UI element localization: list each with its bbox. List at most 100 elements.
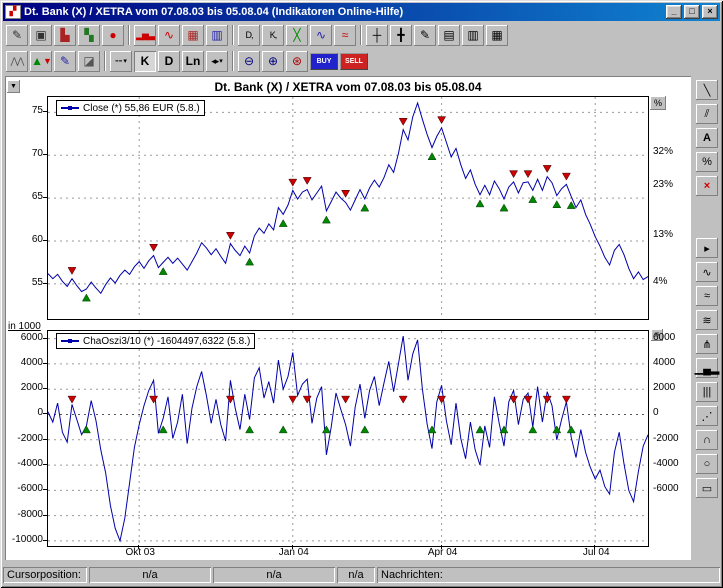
percent-y-label: 4% [653,276,687,287]
zoom-out-icon[interactable]: ⊖ [238,51,260,72]
zigzag-blue-icon[interactable]: ∿ [310,25,332,46]
price-plot[interactable]: Close (*) 55,86 EUR (5.8.) [47,96,649,320]
parallel-lines-tool[interactable]: ⫽ [696,104,718,124]
oscillator-right-y-label: -6000 [653,483,689,494]
cursor-position-label: Cursorposition: [3,567,87,583]
buy-signal-icon [428,426,436,433]
draw-signal-icon-glyph: ✎ [60,54,70,68]
percent-lines-tool[interactable]: % [696,152,718,172]
rectangle-tool[interactable]: ▭ [696,478,718,498]
draw-signal-icon[interactable]: ✎ [54,51,76,72]
histogram-red-icon-glyph: ▂▅▃ [136,30,154,41]
text-tool[interactable]: A [696,128,718,148]
log-scale-button[interactable]: Ln [182,51,204,72]
buy-signal-icon [500,204,508,211]
snapshot-icon[interactable]: ● [102,25,124,46]
compare-cross-icon-glyph: ╳ [293,28,300,42]
line-chart-red-icon[interactable]: ∿ [158,25,180,46]
interval-k-icon[interactable]: K, [262,25,284,46]
percent-y-label: 23% [653,179,687,190]
oscillator-right-y-label: 0 [653,407,689,418]
line-style-dropdown[interactable]: ╌▾ [110,51,132,72]
sell-signal-icon [303,177,311,184]
pitchfork-tool[interactable]: ⋔ [696,334,718,354]
buy-signal-icon [529,196,537,203]
buy-sell-signals-icon[interactable]: ▲▼ [30,51,52,72]
oscillator-plot[interactable]: ChaOszi3/10 (*) -1604497,6322 (5.8.) [47,330,649,547]
draw-pencil-icon[interactable]: ✎ [414,25,436,46]
buy-signal-icon [82,294,90,301]
delete-drawing-tool[interactable]: × [696,176,718,196]
buy-signal-icon [279,426,287,433]
diagonal-dots-tool[interactable]: ⋰ [696,406,718,426]
trendline-tool[interactable]: ╲ [696,80,718,100]
oscillator-y-label: 2000 [7,382,43,393]
cursor-extra-value: n/a [337,567,375,583]
eraser-icon[interactable]: ◪ [78,51,100,72]
crosshair-icon[interactable]: ┼ [366,25,388,46]
zoom-out-icon-glyph: ⊖ [244,54,254,68]
minimize-button[interactable]: _ [666,5,682,19]
histogram-tool-glyph: ▁▄▂ [695,362,720,375]
vertical-lines-tool[interactable]: ||| [696,382,718,402]
oscillator-unit-label: in 1000 [8,321,41,332]
cursor-y-value: n/a [213,567,335,583]
main-toolbar: ✎▣▙▚●▂▅▃∿▦▥D,K,╳∿≈┼╋✎▤▥▦ [3,22,720,48]
chart-pencil-icon[interactable]: ✎ [6,25,28,46]
grid-layout-icon[interactable]: ▦ [486,25,508,46]
close-button[interactable]: × [702,5,718,19]
rectangle-tool-glyph: ▭ [702,482,712,495]
scroll-mode-dropdown[interactable]: ◂▸▾ [206,51,228,72]
buy-signal-icon [476,426,484,433]
drawing-tools-palette: ╲ ⫽ A% × ▸ ∿ ≈ ≋ ⋔ ▁▄▂ ||| ⋰ ∩ ○ ▭ [694,76,720,560]
toolbar-separator [232,25,234,45]
zigzag-peaks-icon[interactable]: ⋀⋀ [6,51,28,72]
chart-pencil-icon-glyph: ✎ [12,28,22,42]
signal-chart-icon[interactable]: ≈ [334,25,356,46]
daily-button[interactable]: D [158,51,180,72]
mini-chart-green-icon[interactable]: ▚ [78,25,100,46]
buy-button[interactable]: BUY [310,53,338,70]
mini-chart-red-icon[interactable]: ▙ [54,25,76,46]
report-icon[interactable]: ▤ [438,25,460,46]
ellipse-tool[interactable]: ○ [696,454,718,474]
percent-y-label: 32% [653,146,687,157]
percent-lines-tool-glyph: % [702,156,712,168]
zigzag-tool-glyph: ∿ [702,266,711,279]
candle-button[interactable]: K [134,51,156,72]
pointer-tool[interactable]: ▸ [696,238,718,258]
titlebar[interactable]: ▞ Dt. Bank (X) / XETRA vom 07.08.03 bis … [3,3,720,21]
double-zigzag-tool[interactable]: ≈ [696,286,718,306]
histogram-tool[interactable]: ▁▄▂ [696,358,718,378]
oscillator-y-label: -10000 [7,534,43,545]
sell-button[interactable]: SELL [340,53,368,70]
indicator-menu-button[interactable]: ≡ [651,329,663,341]
table-icon[interactable]: ▦ [182,25,204,46]
histogram-red-icon[interactable]: ▂▅▃ [134,25,156,46]
snapshot-icon-glyph: ● [109,28,116,42]
sell-signal-icon [68,267,76,274]
zoom-data-icon[interactable]: ⊛ [286,51,308,72]
zoom-in-icon-glyph: ⊕ [268,54,278,68]
report-icon-glyph: ▤ [443,28,454,42]
channel-tool[interactable]: ≋ [696,310,718,330]
columns-blue-icon[interactable]: ▥ [206,25,228,46]
arc-tool[interactable]: ∩ [696,430,718,450]
move-crosshair-icon[interactable]: ╋ [390,25,412,46]
dropdown-arrow-icon: ▾ [123,57,127,65]
maximize-button[interactable]: □ [684,5,700,19]
page-layout-icon[interactable]: ▥ [462,25,484,46]
buy-sell-signals-icon-glyph: ▲ [31,54,43,68]
zigzag-blue-icon-glyph: ∿ [316,28,326,42]
zoom-in-icon[interactable]: ⊕ [262,51,284,72]
interval-d-icon[interactable]: D, [238,25,260,46]
line-style-dropdown-glyph: ╌ [115,54,122,68]
toolbar-separator [128,25,130,45]
text-tool-glyph: A [703,132,711,144]
copy-chart-icon[interactable]: ▣ [30,25,52,46]
compare-cross-icon[interactable]: ╳ [286,25,308,46]
arc-tool-glyph: ∩ [703,434,711,446]
percent-scale-button[interactable]: % [650,96,666,110]
dropdown-arrow-icon: ▾ [219,57,223,65]
zigzag-tool[interactable]: ∿ [696,262,718,282]
